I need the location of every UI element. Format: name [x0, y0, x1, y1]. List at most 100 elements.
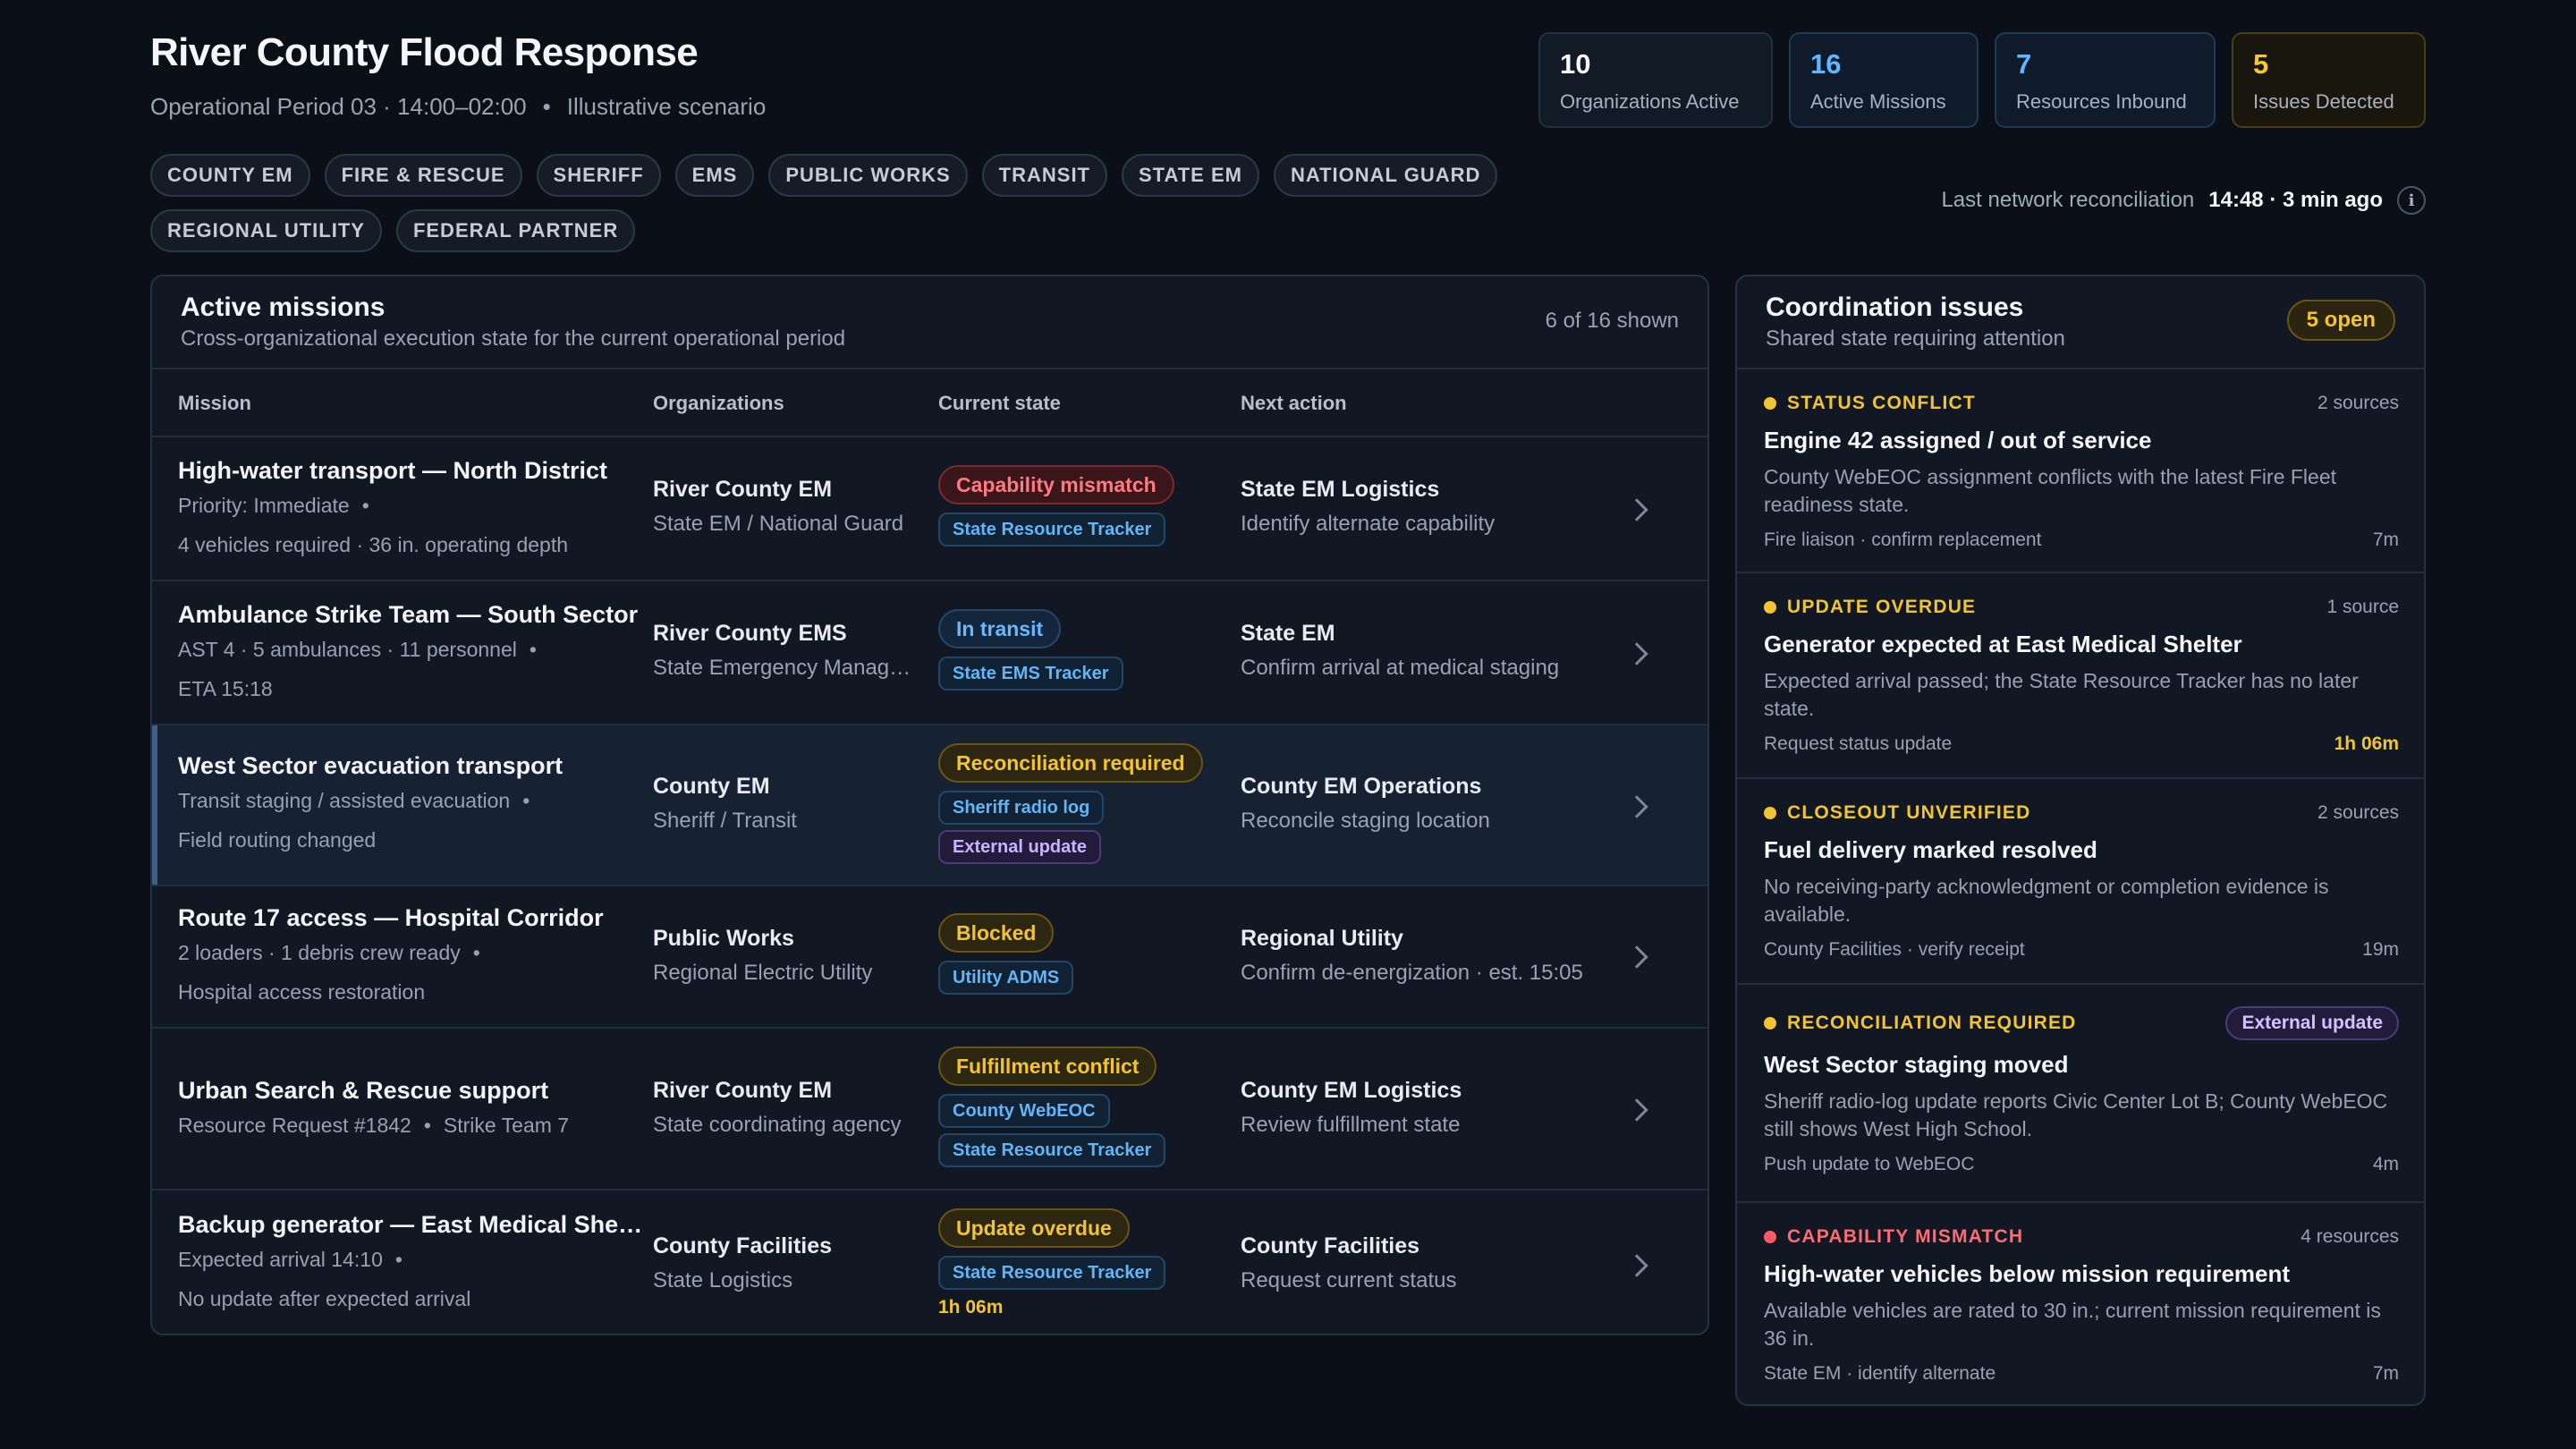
- supporting-organizations: State coordinating agency: [653, 1113, 902, 1137]
- column-header-state[interactable]: Current state: [938, 392, 1061, 415]
- chevron-right-icon[interactable]: [1625, 945, 1648, 969]
- stat-issues-detected[interactable]: 5 Issues Detected: [2232, 32, 2426, 128]
- chevron-right-icon[interactable]: [1625, 1098, 1648, 1122]
- mission-meta-tail: Strike Team 7: [443, 1114, 570, 1137]
- filter-chip-sheriff[interactable]: SHERIFF: [536, 154, 661, 197]
- status-dot-icon: [1764, 601, 1776, 614]
- filter-chip-state-em[interactable]: STATE EM: [1122, 154, 1259, 197]
- chevron-right-icon[interactable]: [1625, 642, 1648, 665]
- issue-card[interactable]: STATUS CONFLICT 2 sources Engine 42 assi…: [1737, 369, 2424, 573]
- chevron-right-icon[interactable]: [1625, 498, 1648, 521]
- coordination-issues-panel: Coordination issues Shared state requiri…: [1735, 275, 2426, 1406]
- source-tag[interactable]: Sheriff radio log: [938, 791, 1105, 825]
- open-issues-badge: 5 open: [2286, 300, 2395, 341]
- mission-row[interactable]: Backup generator — East Medical Shelter …: [152, 1191, 1707, 1334]
- organizations-cell: River County EM State coordinating agenc…: [653, 1078, 921, 1138]
- issue-footer: County Facilities · verify receipt 19m: [1764, 939, 2399, 961]
- filter-chip-regional-utility[interactable]: REGIONAL UTILITY: [150, 209, 382, 252]
- issue-card[interactable]: CAPABILITY MISMATCH 4 resources High-wat…: [1737, 1203, 2424, 1404]
- operational-period: Operational Period 03 · 14:00–02:00: [150, 93, 527, 120]
- issue-title: West Sector staging moved: [1764, 1051, 2069, 1078]
- issue-card[interactable]: UPDATE OVERDUE 1 source Generator expect…: [1737, 573, 2424, 779]
- mission-name: Urban Search & Rescue support: [178, 1077, 549, 1104]
- issue-card[interactable]: CLOSEOUT UNVERIFIED 2 sources Fuel deliv…: [1737, 779, 2424, 985]
- meta-dot: •: [529, 638, 537, 661]
- filter-chip-county-em[interactable]: COUNTY EM: [150, 154, 310, 197]
- filter-chip-transit[interactable]: TRANSIT: [981, 154, 1107, 197]
- mission-row[interactable]: Route 17 access — Hospital Corridor 2 lo…: [152, 886, 1707, 1029]
- issue-card-top: RECONCILIATION REQUIRED External update: [1764, 1006, 2399, 1040]
- filter-chip-national-guard[interactable]: NATIONAL GUARD: [1273, 154, 1498, 197]
- mission-name: Route 17 access — Hospital Corridor: [178, 904, 604, 931]
- mission-cell: Urban Search & Rescue support Resource R…: [178, 1077, 643, 1138]
- stat-value: 5: [2253, 48, 2269, 80]
- filter-chip-public-works[interactable]: PUBLIC WORKS: [768, 154, 968, 197]
- source-tag[interactable]: State EMS Tracker: [938, 657, 1123, 691]
- mission-row[interactable]: Ambulance Strike Team — South Sector AST…: [152, 581, 1707, 725]
- state-pill-in-transit[interactable]: In transit: [938, 609, 1062, 648]
- stat-value: 10: [1560, 48, 1591, 80]
- next-action-text: Reconcile staging location: [1241, 809, 1490, 833]
- state-pill-blocked[interactable]: Blocked: [938, 913, 1055, 953]
- filter-chip-federal-partner[interactable]: FEDERAL PARTNER: [395, 209, 636, 252]
- column-header-next-action[interactable]: Next action: [1241, 392, 1347, 415]
- source-tag[interactable]: State Resource Tracker: [938, 513, 1166, 547]
- source-tag[interactable]: County WebEOC: [938, 1094, 1110, 1128]
- mission-name: West Sector evacuation transport: [178, 752, 564, 779]
- chevron-right-icon[interactable]: [1625, 795, 1648, 818]
- next-action-owner: County Facilities: [1241, 1233, 1420, 1258]
- stat-resources-inbound[interactable]: 7 Resources Inbound: [1995, 32, 2216, 128]
- info-icon[interactable]: i: [2397, 186, 2426, 215]
- stat-organizations-active[interactable]: 10 Organizations Active: [1538, 32, 1773, 128]
- external-update-badge[interactable]: External update: [2225, 1006, 2399, 1040]
- meta-dot: •: [423, 1114, 431, 1137]
- filter-chip-fire-rescue[interactable]: FIRE & RESCUE: [324, 154, 522, 197]
- issues-panel-header: Coordination issues Shared state requiri…: [1737, 276, 2424, 369]
- issue-footer: Push update to WebEOC 4m: [1764, 1154, 2399, 1175]
- issue-action: Push update to WebEOC: [1764, 1154, 1975, 1174]
- column-header-mission[interactable]: Mission: [178, 392, 251, 415]
- state-pill-update-overdue[interactable]: Update overdue: [938, 1208, 1130, 1248]
- source-tag[interactable]: State Resource Tracker: [938, 1256, 1166, 1290]
- issue-kind: CLOSEOUT UNVERIFIED: [1764, 802, 2030, 824]
- column-header-organizations[interactable]: Organizations: [653, 392, 784, 415]
- organizations-cell: County EM Sheriff / Transit: [653, 774, 921, 834]
- state-pill-fulfillment-conflict[interactable]: Fulfillment conflict: [938, 1046, 1157, 1086]
- mission-row-selected[interactable]: West Sector evacuation transport Transit…: [152, 725, 1707, 886]
- active-missions-panel: Active missions Cross-organizational exe…: [150, 275, 1709, 1335]
- external-update-tag[interactable]: External update: [938, 830, 1102, 864]
- state-cell: Capability mismatch State Resource Track…: [938, 465, 1224, 547]
- issue-title: Fuel delivery marked resolved: [1764, 836, 2097, 863]
- issue-kind-label: RECONCILIATION REQUIRED: [1787, 1013, 2077, 1033]
- source-tag[interactable]: Utility ADMS: [938, 961, 1074, 995]
- mission-row[interactable]: High-water transport — North District Pr…: [152, 437, 1707, 581]
- next-action-cell: County Facilities Request current status: [1241, 1233, 1616, 1293]
- organizations-cell: Public Works Regional Electric Utility: [653, 926, 921, 986]
- filter-chip-ems[interactable]: EMS: [674, 154, 755, 197]
- issue-footer: Fire liaison · confirm replacement 7m: [1764, 530, 2399, 551]
- issue-title: Generator expected at East Medical Shelt…: [1764, 631, 2242, 657]
- supporting-organizations: Regional Electric Utility: [653, 961, 873, 985]
- issue-footer: State EM · identify alternate 7m: [1764, 1363, 2399, 1385]
- issue-kind-label: CAPABILITY MISMATCH: [1787, 1226, 2024, 1247]
- issue-card-top: CAPABILITY MISMATCH 4 resources: [1764, 1224, 2399, 1250]
- missions-panel-header: Active missions Cross-organizational exe…: [152, 276, 1707, 369]
- issue-kind-label: STATUS CONFLICT: [1787, 393, 1976, 413]
- mission-cell: Backup generator — East Medical Shelter …: [178, 1211, 643, 1311]
- state-pill-capability-mismatch[interactable]: Capability mismatch: [938, 465, 1174, 504]
- source-tag[interactable]: State Resource Tracker: [938, 1133, 1166, 1167]
- issue-card[interactable]: RECONCILIATION REQUIRED External update …: [1737, 985, 2424, 1203]
- chevron-right-icon[interactable]: [1625, 1254, 1648, 1277]
- state-pill-reconciliation-required[interactable]: Reconciliation required: [938, 743, 1203, 783]
- mission-row[interactable]: Urban Search & Rescue support Resource R…: [152, 1029, 1707, 1191]
- mission-meta-detail: ETA 15:18: [178, 677, 273, 700]
- stat-active-missions[interactable]: 16 Active Missions: [1789, 32, 1979, 128]
- issue-description: Available vehicles are rated to 30 in.; …: [1764, 1299, 2381, 1350]
- status-dot-icon: [1764, 1231, 1776, 1243]
- state-cell: Fulfillment conflict County WebEOC State…: [938, 1046, 1224, 1167]
- lead-organization: Public Works: [653, 926, 794, 951]
- mission-meta-detail: Hospital access restoration: [178, 980, 426, 1004]
- state-cell: Blocked Utility ADMS: [938, 913, 1224, 995]
- issue-kind-label: UPDATE OVERDUE: [1787, 597, 1977, 617]
- mission-meta: Priority: Immediate •: [178, 494, 643, 518]
